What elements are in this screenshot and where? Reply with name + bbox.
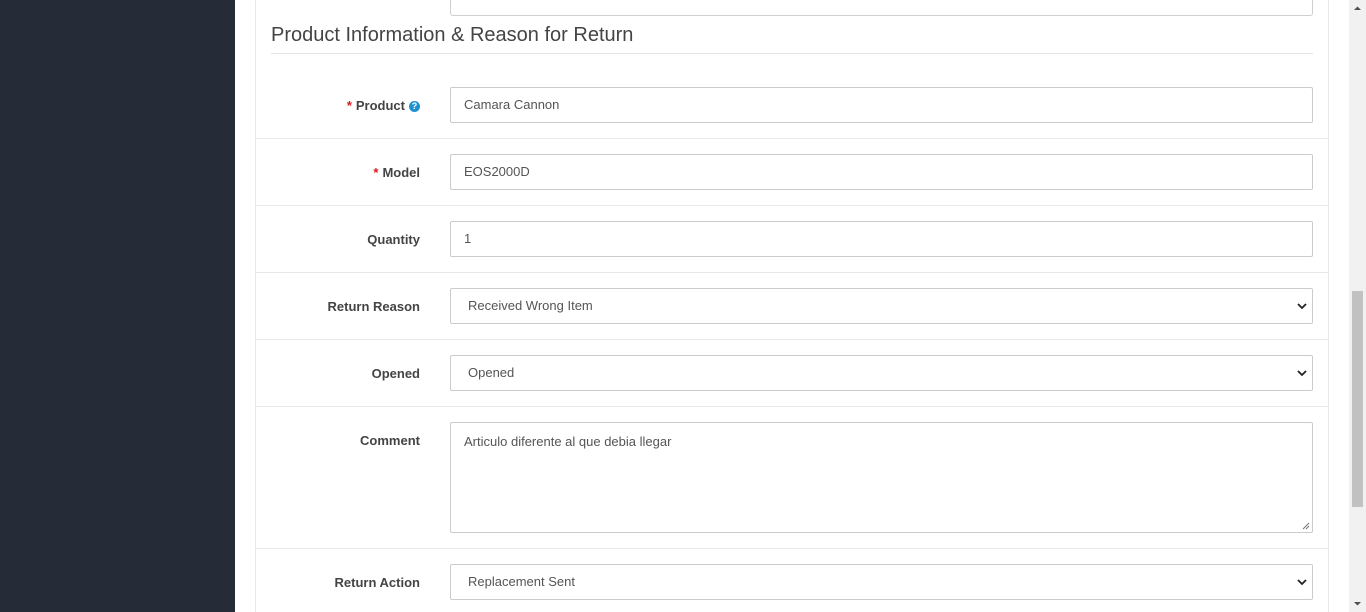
resize-handle-icon[interactable]	[1302, 522, 1310, 530]
form-row-return-reason: Return Reason Received Wrong Item	[255, 273, 1329, 340]
chevron-down-icon	[1297, 370, 1307, 377]
form-row-quantity: Quantity 1	[255, 206, 1329, 273]
form-row-return-action: Return Action Replacement Sent	[255, 549, 1329, 612]
required-marker: *	[373, 165, 379, 180]
form-row-comment: Comment Articulo diferente al que debia …	[255, 407, 1329, 549]
comment-textarea[interactable]: Articulo diferente al que debia llegar	[450, 422, 1313, 533]
return-action-select[interactable]: Replacement Sent	[450, 564, 1313, 600]
return-reason-select[interactable]: Received Wrong Item	[450, 288, 1313, 324]
scrollbar-thumb[interactable]	[1352, 291, 1363, 507]
left-sidebar	[0, 0, 235, 612]
form-row-model: * Model EOS2000D	[255, 139, 1329, 206]
return-reason-value: Received Wrong Item	[468, 298, 593, 313]
form-row-product: * Product? Camara Cannon	[255, 72, 1329, 139]
return-action-value: Replacement Sent	[468, 574, 575, 589]
scroll-down-arrow-icon[interactable]	[1349, 595, 1366, 612]
vertical-scrollbar[interactable]	[1349, 0, 1366, 612]
product-input[interactable]: Camara Cannon	[450, 87, 1313, 123]
opened-label: Opened	[371, 366, 420, 381]
comment-value: Articulo diferente al que debia llegar	[464, 434, 672, 449]
opened-select[interactable]: Opened	[450, 355, 1313, 391]
comment-label: Comment	[360, 433, 420, 448]
quantity-label: Quantity	[367, 232, 420, 247]
return-action-label: Return Action	[334, 575, 420, 590]
model-label: * Model	[220, 164, 420, 182]
scroll-up-arrow-icon[interactable]	[1349, 0, 1366, 17]
quantity-input[interactable]: 1	[450, 221, 1313, 257]
main-content: Product Information & Reason for Return …	[235, 0, 1349, 612]
product-label: * Product?	[220, 97, 420, 115]
required-marker: *	[346, 98, 352, 113]
product-label-text: Product	[355, 98, 405, 113]
model-input[interactable]: EOS2000D	[450, 154, 1313, 190]
form-row-opened: Opened Opened	[255, 340, 1329, 407]
section-title: Product Information & Reason for Return	[271, 22, 1313, 54]
return-reason-label: Return Reason	[327, 299, 420, 314]
opened-value: Opened	[468, 365, 515, 380]
chevron-down-icon	[1297, 579, 1307, 586]
model-label-text: Model	[382, 165, 420, 180]
help-icon[interactable]: ?	[409, 101, 420, 112]
previous-input-field[interactable]	[450, 0, 1313, 16]
chevron-down-icon	[1297, 303, 1307, 310]
